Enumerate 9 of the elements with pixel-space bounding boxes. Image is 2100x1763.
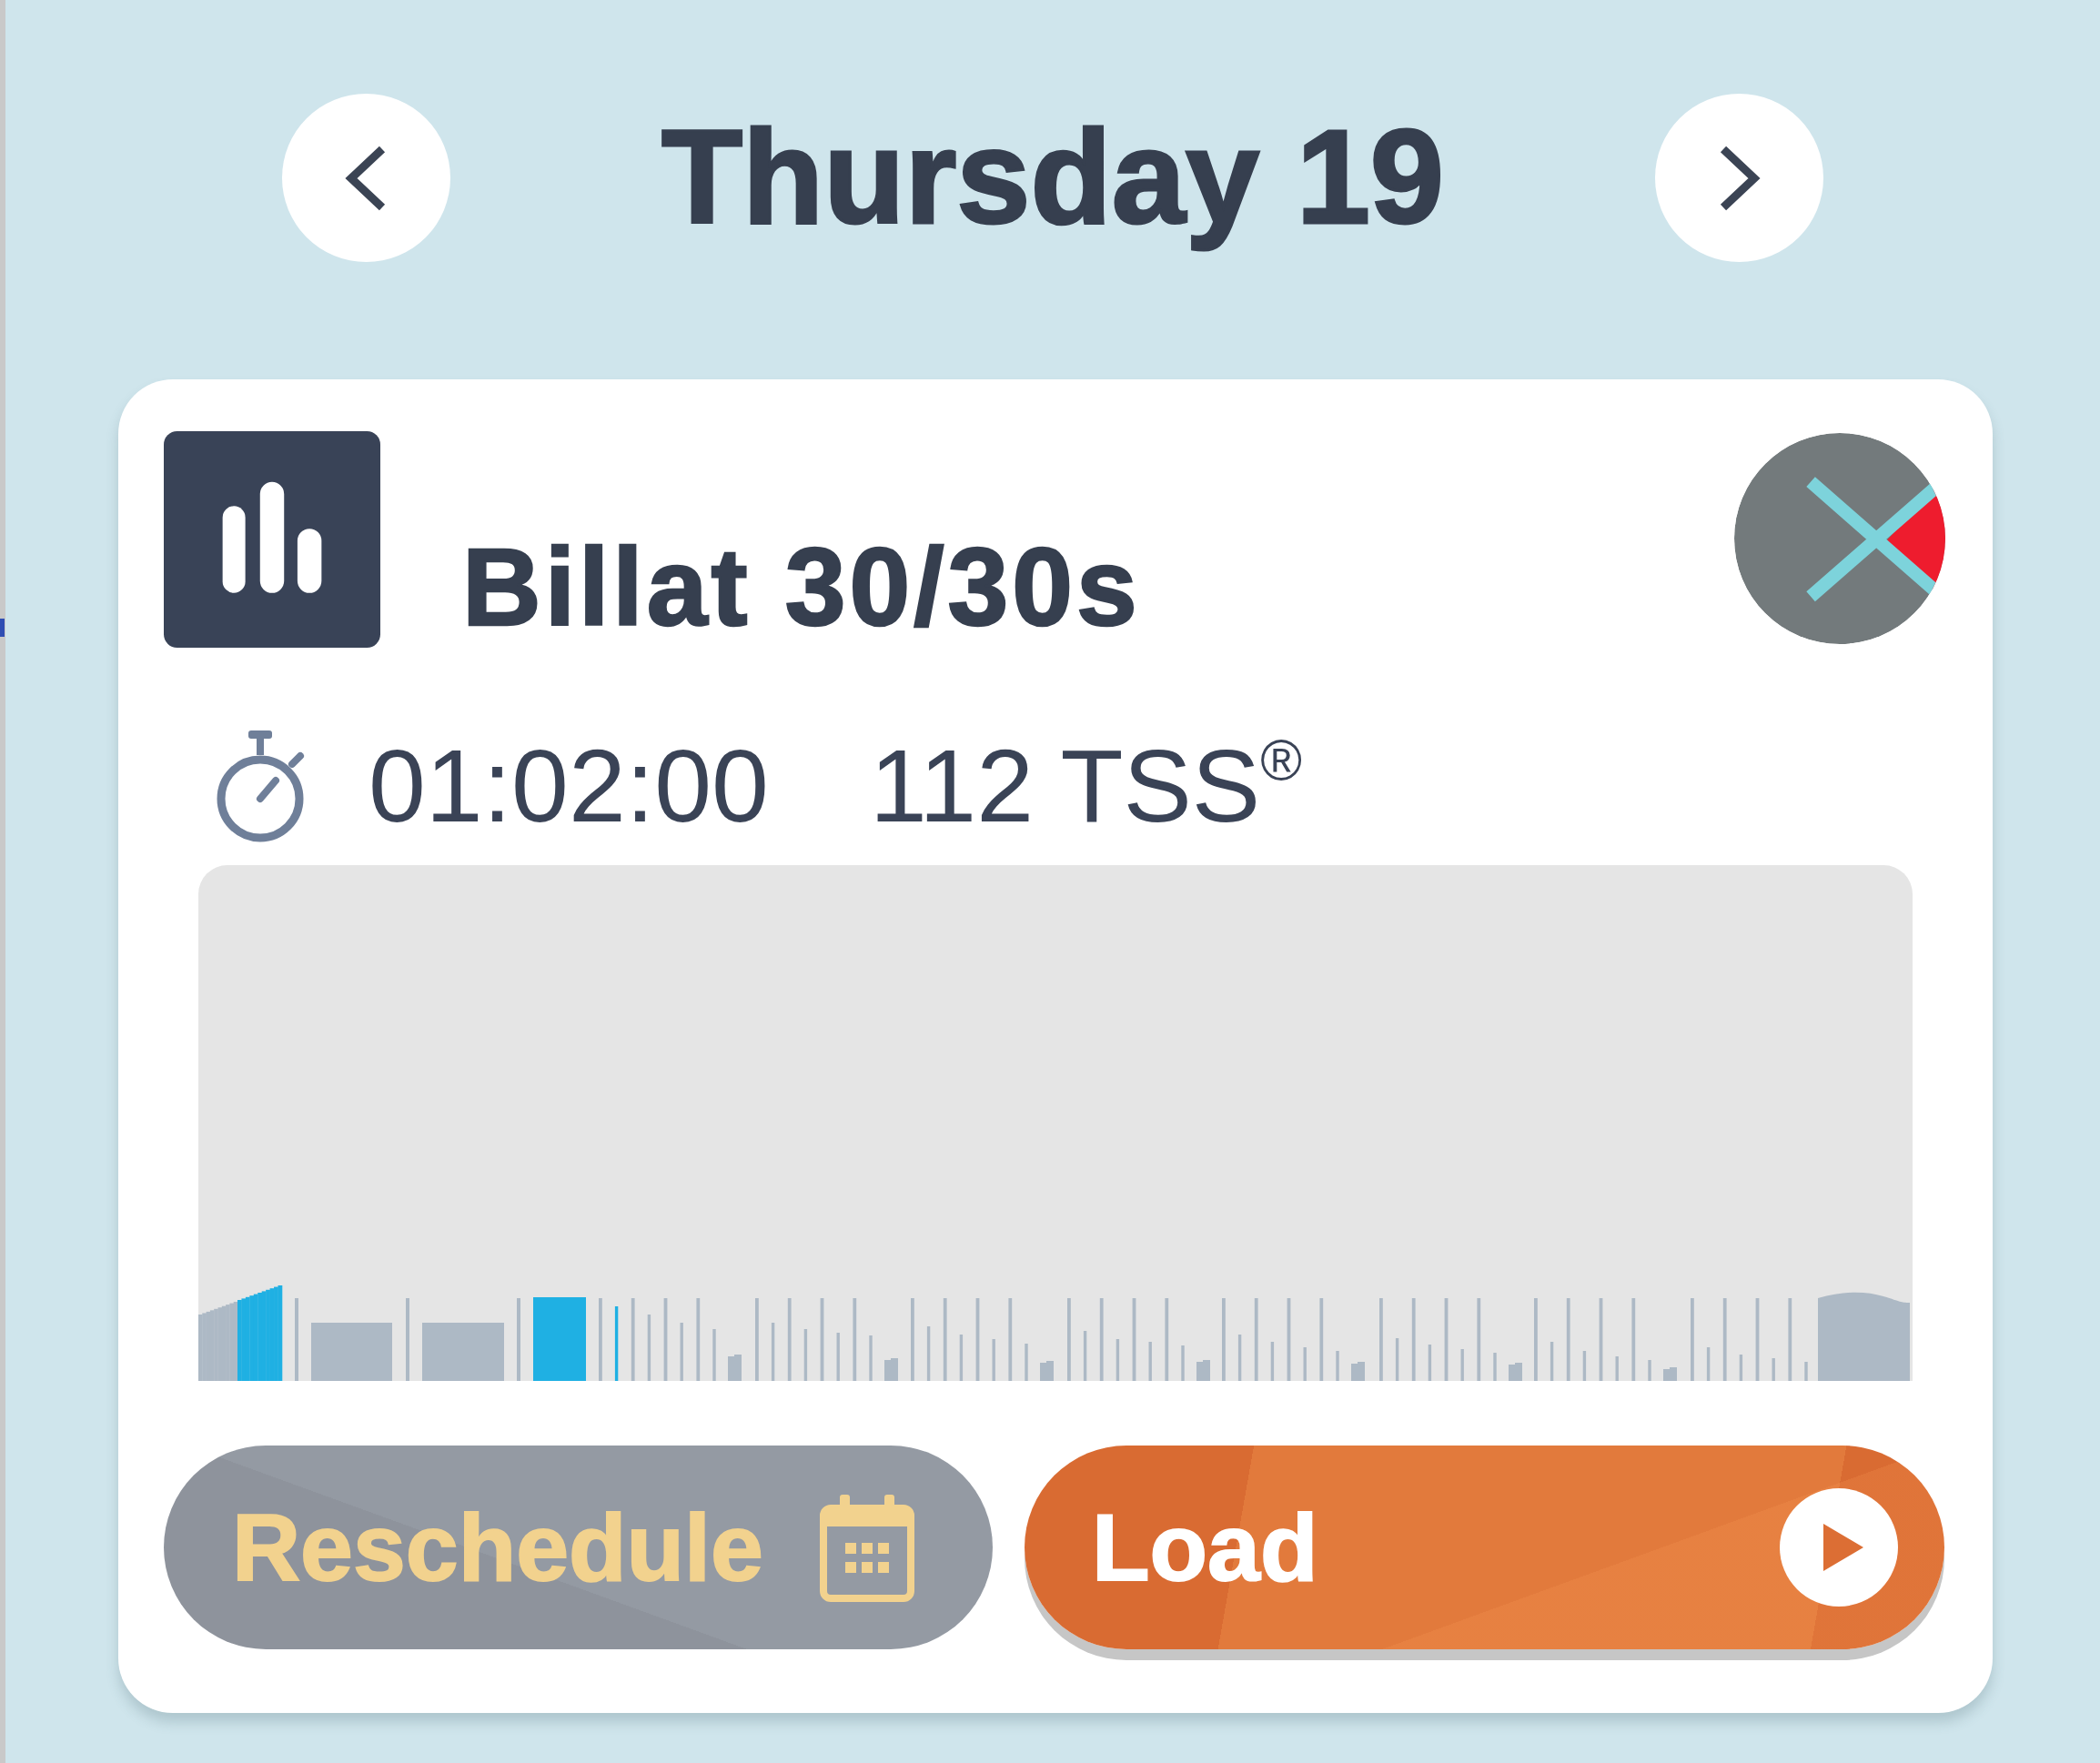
tss-text: 112 TSS$^{®}$ [869,729,1302,843]
calendar-icon [820,1493,914,1602]
marker-icon [0,619,5,637]
workout-title: Billat 30/30s [461,524,1142,650]
duration-text: 01:02:00 [369,729,769,843]
play-icon [1780,1488,1898,1607]
bar-chart-icon [164,431,380,648]
cross-logo-icon [1734,433,1945,644]
day-title: Thursday 19 [660,102,1446,254]
